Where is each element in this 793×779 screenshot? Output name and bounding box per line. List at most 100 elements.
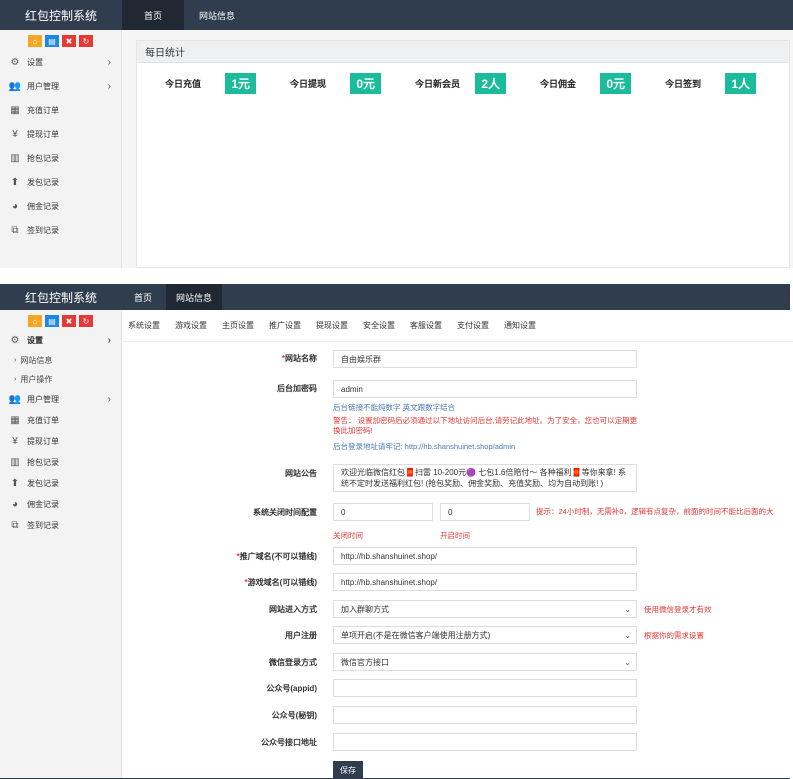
wechat-login-select[interactable]: 微信官方接口 ⌄: [333, 653, 637, 671]
home-icon[interactable]: ⌂: [28, 315, 42, 327]
stat-checkin: 今日签到 1人: [637, 72, 762, 94]
promo-domain-input[interactable]: http://hb.shanshuinet.shop/: [333, 547, 637, 565]
sidebar-item-label: 提现订单: [27, 437, 59, 446]
chevron-down-icon: ⌄: [624, 604, 631, 614]
stat-label: 今日新会员: [415, 78, 461, 89]
yen-icon: ¥: [12, 128, 18, 140]
sidebar-item-settings[interactable]: ⚙ 设置 ›: [0, 50, 121, 74]
sidebar-item-label: 发包记录: [27, 177, 59, 187]
sidebar-subitem-user-ops[interactable]: › 用户操作: [0, 370, 121, 389]
users-icon: 👥: [8, 80, 22, 92]
stat-recharge: 今日充值 1元: [137, 72, 262, 94]
game-domain-label: *游戏域名(可以错线): [244, 578, 317, 587]
tab-home[interactable]: 主页设置: [222, 320, 254, 331]
wechat-login-label: 微信登录方式: [269, 658, 317, 667]
top-navbar: 红包控制系统 首页 网站信息: [0, 0, 793, 30]
sidebar-item-checkin-records[interactable]: ⧉ 签到记录: [0, 218, 121, 242]
stat-new-members: 今日新会员 2人: [387, 72, 512, 94]
document-icon[interactable]: ▤: [45, 315, 59, 327]
area-chart-icon: ▦: [10, 104, 20, 116]
sidebar-item-grab-records[interactable]: ▥ 抢包记录: [0, 146, 121, 170]
app-title: 红包控制系统: [24, 8, 97, 23]
tab-promotion[interactable]: 推广设置: [269, 320, 301, 331]
tab-payment[interactable]: 支付设置: [457, 320, 489, 331]
select-value: 单项开启(不是在微信客户端使用注册方式): [341, 630, 491, 640]
secret-input[interactable]: [333, 706, 637, 724]
open-time-input[interactable]: 0: [440, 503, 530, 521]
api-url-input[interactable]: [333, 733, 637, 751]
nav-tab-home[interactable]: 首页: [122, 0, 184, 30]
password-hint: 后台链接不能纯数字 英文跟数字结合: [333, 403, 456, 412]
settings-tabs: 系统设置 游戏设置 主页设置 推广设置 提现设置 安全设置 客服设置 支付设置 …: [122, 310, 793, 342]
nav-tab-site-info[interactable]: 网站信息: [166, 284, 222, 310]
sidebar-item-recharge-orders[interactable]: ▦ 充值订单: [0, 410, 121, 431]
sidebar-item-settings[interactable]: ⚙ 设置 ›: [0, 330, 121, 351]
tab-system[interactable]: 系统设置: [128, 320, 160, 331]
area-chart-icon: ▦: [10, 415, 20, 426]
secret-label: 公众号(秘钥): [271, 711, 317, 720]
tab-withdraw[interactable]: 提现设置: [316, 320, 348, 331]
stat-value-badge: 0元: [350, 72, 381, 94]
sidebar-subitem-site-info[interactable]: › 网站信息: [0, 351, 121, 370]
sidebar-item-label: 签到记录: [27, 225, 59, 235]
sidebar-item-label: 佣金记录: [27, 500, 59, 509]
sidebar: ⌂ ▤ ✖ ↻ ⚙ 设置 › › 网站信息 › 用户操作 👥 用户管理 › ▦ …: [0, 310, 122, 779]
sidebar-item-users[interactable]: 👥 用户管理 ›: [0, 74, 121, 98]
close-time-input[interactable]: 0: [333, 503, 433, 521]
admin-login-url-hint: 后台登录地址请牢记: http://hb.shanshuinet.shop/ad…: [333, 442, 516, 451]
open-time-caption: 开启时间: [440, 531, 470, 540]
refresh-icon[interactable]: ↻: [79, 315, 93, 327]
save-button[interactable]: 保存: [333, 761, 363, 779]
trash-icon[interactable]: ✖: [62, 35, 76, 47]
appid-label: 公众号(appid): [266, 684, 317, 693]
sidebar-item-grab-records[interactable]: ▥ 抢包记录: [0, 452, 121, 473]
sidebar-item-label: 充值订单: [27, 105, 59, 115]
document-icon[interactable]: ▤: [45, 35, 59, 47]
settings-screen: 红包控制系统 首页 网站信息 ⌂ ▤ ✖ ↻ ⚙ 设置 › › 网站信息 › 用…: [0, 284, 793, 779]
trash-icon[interactable]: ✖: [62, 315, 76, 327]
register-select[interactable]: 单项开启(不是在微信客户端使用注册方式) ⌄: [333, 626, 637, 644]
tab-service[interactable]: 客服设置: [410, 320, 442, 331]
quick-actions: ⌂ ▤ ✖ ↻: [0, 30, 121, 50]
sidebar-item-commission-records[interactable]: ◕ 佣金记录: [0, 494, 121, 515]
sidebar-item-label: 充值订单: [27, 416, 59, 425]
upload-icon: ⬆: [10, 478, 20, 489]
stat-value-badge: 1元: [225, 72, 256, 94]
sidebar-subitem-label: 用户操作: [20, 375, 53, 384]
sidebar-item-users[interactable]: 👥 用户管理 ›: [0, 389, 121, 410]
game-domain-input[interactable]: http://hb.shanshuinet.shop/: [333, 573, 637, 591]
select-value: 加入群聊方式: [341, 604, 389, 614]
sidebar-item-label: 设置: [27, 57, 43, 67]
sidebar-subitem-label: 网站信息: [20, 356, 53, 365]
enter-mode-select[interactable]: 加入群聊方式 ⌄: [333, 600, 637, 618]
site-name-label: *网站名称: [281, 354, 317, 363]
tab-security[interactable]: 安全设置: [363, 320, 395, 331]
sidebar-item-recharge-orders[interactable]: ▦ 充值订单: [0, 98, 121, 122]
sidebar-item-send-records[interactable]: ⬆ 发包记录: [0, 473, 121, 494]
sidebar-item-withdraw-orders[interactable]: ¥ 提现订单: [0, 122, 121, 146]
yen-icon: ¥: [12, 436, 18, 447]
refresh-icon[interactable]: ↻: [79, 35, 93, 47]
quick-actions: ⌂ ▤ ✖ ↻: [0, 310, 121, 330]
admin-password-input[interactable]: admin: [333, 380, 637, 398]
close-time-caption: 关闭时间: [333, 531, 363, 540]
stat-value-badge: 0元: [600, 72, 631, 94]
stat-value-badge: 2人: [475, 72, 506, 94]
home-icon[interactable]: ⌂: [28, 35, 42, 47]
appid-input[interactable]: [333, 679, 637, 697]
sign-in-icon: ⧉: [11, 224, 19, 236]
bar-chart-icon: ▥: [10, 457, 20, 468]
sidebar-item-withdraw-orders[interactable]: ¥ 提现订单: [0, 431, 121, 452]
sidebar-item-commission-records[interactable]: ◕ 佣金记录: [0, 194, 121, 218]
sidebar-item-checkin-records[interactable]: ⧉ 签到记录: [0, 515, 121, 536]
notice-textarea[interactable]: 欢迎光临微信红包🧧扫雷 10-200元🟣 七包1.6倍赔付～ 各种福利🧧等你来拿…: [333, 464, 637, 492]
nav-tab-home[interactable]: 首页: [122, 284, 164, 310]
sidebar-item-send-records[interactable]: ⬆ 发包记录: [0, 170, 121, 194]
nav-tab-site-info[interactable]: 网站信息: [186, 0, 248, 30]
site-name-input[interactable]: 自由娱乐群: [333, 350, 637, 368]
tab-game[interactable]: 游戏设置: [175, 320, 207, 331]
top-navbar: 红包控制系统 首页 网站信息: [0, 284, 790, 310]
tab-notification[interactable]: 通知设置: [504, 320, 536, 331]
stat-label: 今日提现: [290, 78, 327, 89]
chevron-right-icon: ›: [107, 394, 111, 405]
